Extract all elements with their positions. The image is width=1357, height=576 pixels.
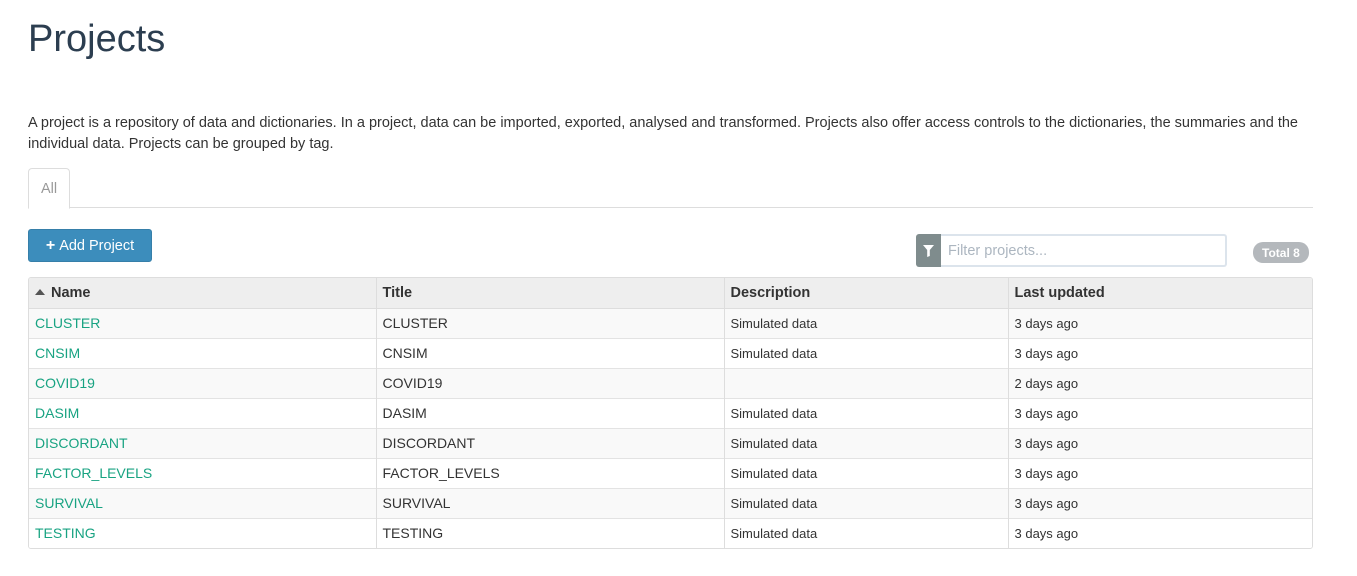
filter-group (916, 234, 1227, 267)
table-row: DISCORDANT DISCORDANT Simulated data 3 d… (29, 427, 1312, 458)
cell-title: CNSIM (376, 337, 725, 368)
cell-name: CLUSTER (29, 307, 377, 338)
cell-last-updated: 3 days ago (1008, 487, 1312, 518)
project-link[interactable]: CNSIM (35, 345, 80, 361)
table-row: FACTOR_LEVELS FACTOR_LEVELS Simulated da… (29, 457, 1312, 488)
cell-name: SURVIVAL (29, 487, 377, 518)
page-title: Projects (28, 18, 166, 60)
column-header-description[interactable]: Description (724, 278, 1009, 309)
cell-title: SURVIVAL (376, 487, 725, 518)
cell-title: DISCORDANT (376, 427, 725, 458)
cell-title: COVID19 (376, 367, 725, 398)
cell-last-updated: 3 days ago (1008, 427, 1312, 458)
column-header-last-updated[interactable]: Last updated (1008, 278, 1312, 309)
cell-last-updated: 3 days ago (1008, 397, 1312, 428)
cell-title: DASIM (376, 397, 725, 428)
tab-all[interactable]: All (28, 168, 70, 209)
cell-last-updated: 3 days ago (1008, 517, 1312, 548)
table-header-row: Name Title Description Last updated (29, 278, 1312, 309)
table-row: SURVIVAL SURVIVAL Simulated data 3 days … (29, 487, 1312, 518)
cell-name: DISCORDANT (29, 427, 377, 458)
cell-description: Simulated data (724, 337, 1009, 368)
cell-name: FACTOR_LEVELS (29, 457, 377, 488)
project-link[interactable]: FACTOR_LEVELS (35, 465, 152, 481)
projects-table: Name Title Description Last updated CLUS… (28, 277, 1313, 549)
filter-projects-input[interactable] (941, 234, 1227, 267)
project-link[interactable]: TESTING (35, 525, 96, 541)
add-project-label: Add Project (59, 237, 135, 254)
column-header-name[interactable]: Name (29, 278, 377, 309)
table-row: CNSIM CNSIM Simulated data 3 days ago (29, 337, 1312, 368)
filter-icon (916, 234, 941, 267)
cell-name: COVID19 (29, 367, 377, 398)
sort-ascending-icon (35, 288, 45, 295)
cell-title: TESTING (376, 517, 725, 548)
cell-description: Simulated data (724, 487, 1009, 518)
column-header-name-label: Name (51, 284, 91, 301)
cell-description: Simulated data (724, 397, 1009, 428)
cell-description: Simulated data (724, 427, 1009, 458)
table-row: COVID19 COVID19 2 days ago (29, 367, 1312, 398)
cell-name: TESTING (29, 517, 377, 548)
tab-bar: All (28, 168, 1313, 209)
table-row: CLUSTER CLUSTER Simulated data 3 days ag… (29, 307, 1312, 338)
total-badge: Total 8 (1253, 242, 1309, 263)
cell-last-updated: 2 days ago (1008, 367, 1312, 398)
cell-last-updated: 3 days ago (1008, 337, 1312, 368)
plus-icon: + (45, 236, 56, 254)
cell-name: DASIM (29, 397, 377, 428)
project-link[interactable]: DISCORDANT (35, 435, 128, 451)
page-description: A project is a repository of data and di… (28, 115, 1298, 152)
add-project-button[interactable]: + Add Project (28, 229, 152, 262)
cell-title: FACTOR_LEVELS (376, 457, 725, 488)
project-link[interactable]: DASIM (35, 405, 79, 421)
cell-name: CNSIM (29, 337, 377, 368)
cell-last-updated: 3 days ago (1008, 457, 1312, 488)
project-link[interactable]: COVID19 (35, 375, 95, 391)
table-row: TESTING TESTING Simulated data 3 days ag… (29, 517, 1312, 548)
cell-last-updated: 3 days ago (1008, 307, 1312, 338)
project-link[interactable]: CLUSTER (35, 315, 100, 331)
cell-description (724, 367, 1009, 398)
cell-description: Simulated data (724, 517, 1009, 548)
cell-description: Simulated data (724, 307, 1009, 338)
column-header-title[interactable]: Title (376, 278, 725, 309)
cell-description: Simulated data (724, 457, 1009, 488)
cell-title: CLUSTER (376, 307, 725, 338)
project-link[interactable]: SURVIVAL (35, 495, 103, 511)
table-row: DASIM DASIM Simulated data 3 days ago (29, 397, 1312, 428)
